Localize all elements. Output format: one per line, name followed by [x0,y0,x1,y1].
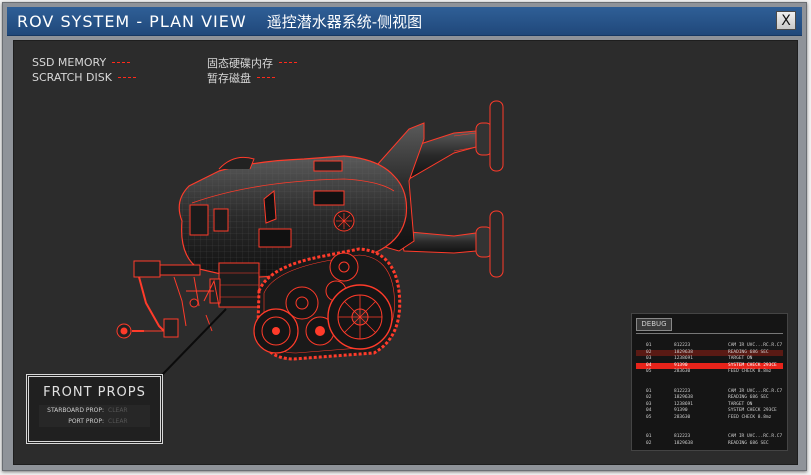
plan-view-canvas: SSD MEMORY SCRATCH DISK 固态硬碟内存 暂存磁盘 FRON… [13,40,798,465]
debug-row-code: 283630 [674,414,691,420]
debug-row: 02 1829638 READING 686 SEC [636,441,783,448]
window-title: ROV SYSTEM - PLAN VIEW [17,11,247,31]
debug-row-id: 05 [646,369,652,374]
front-props-panel: FRONT PROPS STARBOARD PROP: CLEAR PORT P… [26,374,163,444]
starboard-prop-row: STARBOARD PROP: CLEAR [39,405,150,416]
debug-log: 01 812223 CAM IR UVC...RC.R.C7 02 1829638 RE… [632,343,787,447]
debug-row-message: READING 686 SEC [728,440,769,446]
port-prop-label: PORT PROP: [68,418,104,425]
debug-panel: DEBUG 01 812223 CAM IR UVC...RC.R.C7 02 182… [631,313,788,451]
debug-row-code: 1829638 [674,440,693,446]
starboard-prop-value: CLEAR [108,407,128,414]
rov-window: ROV SYSTEM - PLAN VIEW 遥控潜水器系统-侧视图 X SSD… [2,2,807,471]
debug-divider [636,333,783,334]
close-button[interactable]: X [776,11,796,30]
debug-row-code: 283630 [674,369,691,374]
debug-spacer [632,421,787,434]
title-bar: ROV SYSTEM - PLAN VIEW 遥控潜水器系统-侧视图 X [7,7,802,36]
debug-header: DEBUG [636,318,672,331]
debug-spacer [632,376,787,389]
starboard-prop-label: STARBOARD PROP: [47,407,104,414]
debug-row-message: FEED CHECK 8.8mz [728,414,772,420]
debug-row: 05 283630 FEED CHECK 8.8mz [636,369,783,376]
port-prop-row: PORT PROP: CLEAR [39,416,150,427]
port-prop-value: CLEAR [108,418,128,425]
rear-thruster-lower [398,210,504,278]
debug-row: 05 283630 FEED CHECK 8.8mz [636,415,783,422]
debug-row-id: 02 [646,440,652,446]
front-props-title: FRONT PROPS [43,385,146,400]
window-title-chinese: 遥控潜水器系统-侧视图 [266,12,423,31]
debug-row-id: 05 [646,414,652,420]
manipulator-arm [116,260,220,339]
debug-row-message: FEED CHECK 8.8mz [728,369,772,374]
